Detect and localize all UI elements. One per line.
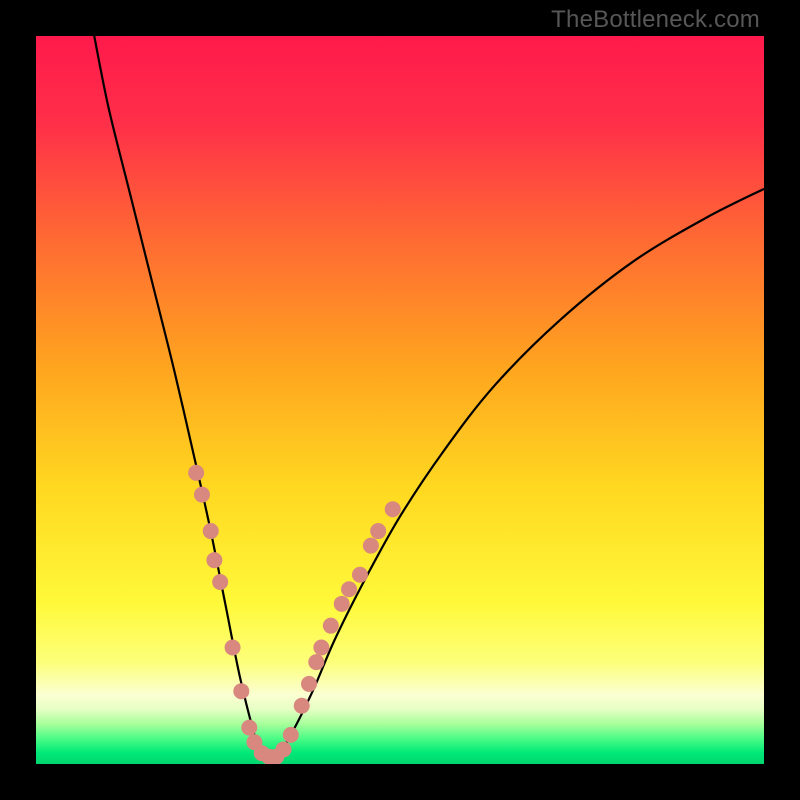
curve-markers (188, 465, 401, 764)
curve-marker (233, 683, 249, 699)
curve-marker (294, 698, 310, 714)
chart-frame: TheBottleneck.com (0, 0, 800, 800)
curve-marker (308, 654, 324, 670)
curve-marker (323, 618, 339, 634)
plot-area (36, 36, 764, 764)
curve-marker (283, 727, 299, 743)
watermark-text: TheBottleneck.com (551, 6, 760, 34)
curve-marker (276, 741, 292, 757)
curve-marker (363, 538, 379, 554)
curve-layer (36, 36, 764, 764)
curve-marker (341, 581, 357, 597)
curve-marker (225, 640, 241, 656)
curve-marker (203, 523, 219, 539)
curve-marker (334, 596, 350, 612)
curve-marker (301, 676, 317, 692)
bottleneck-curve (94, 36, 764, 759)
curve-marker (352, 567, 368, 583)
curve-marker (370, 523, 386, 539)
curve-marker (212, 574, 228, 590)
curve-marker (241, 720, 257, 736)
curve-marker (385, 501, 401, 517)
curve-marker (313, 640, 329, 656)
curve-marker (194, 487, 210, 503)
curve-marker (188, 465, 204, 481)
curve-marker (206, 552, 222, 568)
